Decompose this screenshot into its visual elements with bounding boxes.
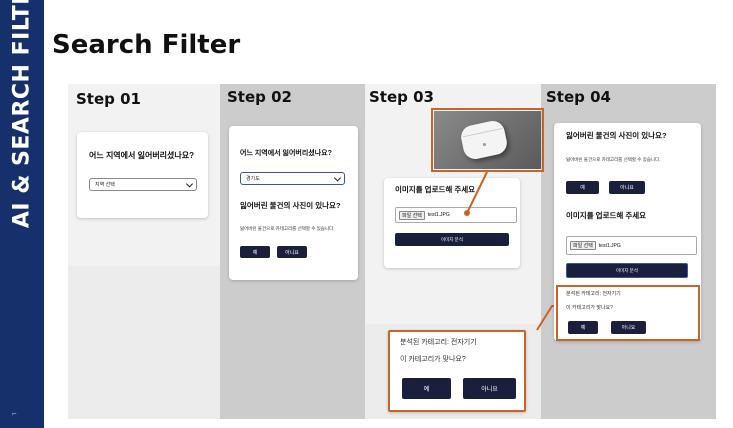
- result-highlight: [556, 285, 700, 341]
- photo-question: 잃어버린 물건의 사진이 있나요?: [566, 131, 667, 140]
- file-input[interactable]: 파일 선택 test1.JPG: [566, 236, 697, 255]
- no-button[interactable]: 아니요: [609, 181, 645, 194]
- analyze-button[interactable]: 이미지 분석: [566, 263, 688, 278]
- yes-button[interactable]: 예: [566, 181, 599, 194]
- zoomed-yes-button[interactable]: 예: [402, 378, 451, 399]
- zoomed-result-card: 분석된 카테고리: 전자기기 이 카테고리가 맞나요? 예 아니요: [388, 330, 526, 412]
- zoomed-result-confirm: 이 카테고리가 맞나요?: [400, 356, 466, 363]
- upload-title: 이미지를 업로드해 주세요: [566, 211, 647, 220]
- photo-hint: 잃어버린 물건으로 카테고리를 선택할 수 있습니다.: [566, 157, 661, 162]
- choose-file-button[interactable]: 파일 선택: [570, 241, 596, 250]
- file-name: test1.JPG: [598, 242, 621, 249]
- zoomed-result-category: 분석된 카테고리: 전자기기: [400, 339, 477, 346]
- zoomed-no-button[interactable]: 아니요: [463, 378, 516, 399]
